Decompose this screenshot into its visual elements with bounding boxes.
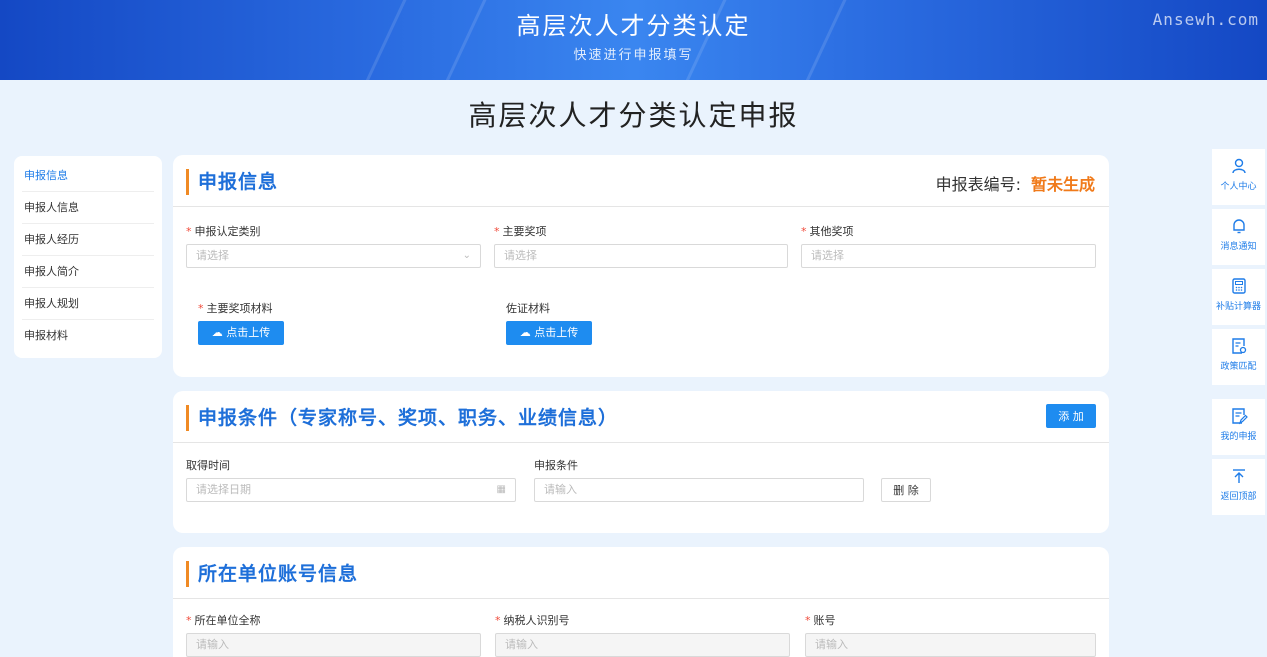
cloud-upload-icon: ☁ xyxy=(519,326,531,339)
my-applications-button[interactable]: 我的申报 xyxy=(1212,399,1265,455)
unit-name-input[interactable]: 请输入 xyxy=(186,633,481,657)
card-header: 所在单位账号信息 xyxy=(173,547,1109,599)
card-header: 申报条件（专家称号、奖项、职务、业绩信息） 添 加 xyxy=(173,391,1109,443)
right-toolbar: 个人中心 消息通知 补贴计算器 政策匹配 我的申报 返回顶部 xyxy=(1212,149,1265,519)
upload-label: * 主要奖项材料 xyxy=(198,302,273,315)
subsidy-calculator-button[interactable]: 补贴计算器 xyxy=(1212,269,1265,325)
upload-button-main-award[interactable]: ☁ 点击上传 xyxy=(198,321,284,345)
title-accent-bar xyxy=(186,561,189,587)
serial-label: 申报表编号: xyxy=(935,175,1021,194)
serial-number: 申报表编号: 暂未生成 xyxy=(936,171,1095,195)
back-to-top-button[interactable]: 返回顶部 xyxy=(1212,459,1265,515)
tax-id-input[interactable]: 请输入 xyxy=(495,633,790,657)
field-label: * 账号 xyxy=(805,614,836,627)
cloud-upload-icon: ☁ xyxy=(211,326,223,339)
header-banner: 高层次人才分类认定 快速进行申报填写 Ansewh.com xyxy=(0,0,1267,80)
nav-item-applicant-experience[interactable]: 申报人经历 xyxy=(22,224,154,256)
nav-item-apply-info[interactable]: 申报信息 xyxy=(22,160,154,192)
left-nav: 申报信息 申报人信息 申报人经历 申报人简介 申报人规划 申报材料 xyxy=(14,156,162,358)
bell-icon xyxy=(1232,219,1245,234)
condition-label: 申报条件 xyxy=(534,459,578,472)
nav-item-materials[interactable]: 申报材料 xyxy=(22,320,154,352)
section-title: 申报条件（专家称号、奖项、职务、业绩信息） xyxy=(198,407,619,429)
nav-item-applicant-plan[interactable]: 申报人规划 xyxy=(22,288,154,320)
other-award-select[interactable]: 请选择 xyxy=(801,244,1096,268)
calculator-icon xyxy=(1231,278,1246,294)
condition-input[interactable]: 请输入 xyxy=(534,478,864,502)
notification-button[interactable]: 消息通知 xyxy=(1212,209,1265,265)
banner-subtitle: 快速进行申报填写 xyxy=(573,48,694,63)
user-icon xyxy=(1231,158,1246,174)
page-title: 高层次人才分类认定申报 xyxy=(468,99,799,132)
card-header: 申报信息 申报表编号: 暂未生成 xyxy=(173,155,1109,207)
card-unit-account: 所在单位账号信息 * 所在单位全称 请输入 * 纳税人识别号 请输入 * 账号 请输入 xyxy=(173,547,1109,657)
card-apply-info: 申报信息 申报表编号: 暂未生成 * 申报认定类别 请选择 ⌄ * 主要奖项 请选择 *… xyxy=(173,155,1109,377)
title-accent-bar xyxy=(186,169,189,195)
add-button[interactable]: 添 加 xyxy=(1046,404,1096,428)
upload-label: 佐证材料 xyxy=(506,302,550,315)
personal-center-button[interactable]: 个人中心 xyxy=(1212,149,1265,205)
title-accent-bar xyxy=(186,405,189,431)
serial-value: 暂未生成 xyxy=(1030,175,1095,194)
field-label: * 申报认定类别 xyxy=(186,225,261,238)
account-input[interactable]: 请输入 xyxy=(805,633,1096,657)
date-picker-input[interactable]: 请选择日期 ▦ xyxy=(186,478,516,502)
document-edit-icon xyxy=(1231,408,1248,425)
banner-title: 高层次人才分类认定 xyxy=(516,12,751,40)
card-apply-conditions: 申报条件（专家称号、奖项、职务、业绩信息） 添 加 取得时间 请选择日期 ▦ 申报… xyxy=(173,391,1109,533)
policy-match-button[interactable]: 政策匹配 xyxy=(1212,329,1265,385)
nav-item-applicant-info[interactable]: 申报人信息 xyxy=(22,192,154,224)
section-title: 所在单位账号信息 xyxy=(198,563,359,585)
field-label: * 纳税人识别号 xyxy=(495,614,570,627)
arrow-up-icon xyxy=(1232,469,1245,483)
main-award-select[interactable]: 请选择 xyxy=(494,244,788,268)
delete-button[interactable]: 删 除 xyxy=(881,478,931,502)
upload-button-evidence[interactable]: ☁ 点击上传 xyxy=(506,321,592,345)
category-select[interactable]: 请选择 ⌄ xyxy=(186,244,481,268)
policy-icon xyxy=(1231,338,1246,354)
watermark: Ansewh.com xyxy=(1152,10,1259,29)
calendar-icon: ▦ xyxy=(496,484,506,495)
section-title: 申报信息 xyxy=(198,171,279,193)
field-label: * 主要奖项 xyxy=(494,225,547,238)
field-label: * 其他奖项 xyxy=(801,225,854,238)
time-label: 取得时间 xyxy=(186,459,230,472)
chevron-down-icon: ⌄ xyxy=(462,250,471,261)
field-label: * 所在单位全称 xyxy=(186,614,261,627)
nav-item-applicant-profile[interactable]: 申报人简介 xyxy=(22,256,154,288)
